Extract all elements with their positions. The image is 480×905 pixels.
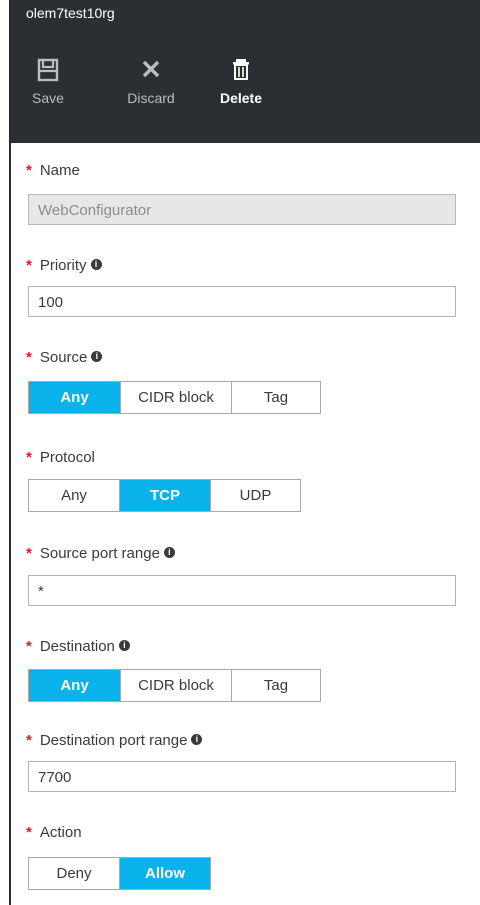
blade-title: olem7test10rg [26, 5, 115, 21]
action-option-allow[interactable]: Allow [120, 858, 210, 889]
required-marker: * [26, 732, 32, 749]
delete-button[interactable]: Delete [206, 58, 276, 106]
info-icon[interactable]: i [191, 733, 203, 745]
blade-header: olem7test10rg Save Discard Delete [11, 0, 480, 143]
name-field[interactable]: WebConfigurator [28, 194, 456, 225]
close-icon [116, 58, 186, 84]
required-marker: * [26, 638, 32, 655]
source-port-range-label: * Source port range i [26, 545, 175, 562]
required-marker: * [26, 449, 32, 466]
destination-port-range-label: * Destination port range i [26, 732, 203, 749]
source-port-range-field[interactable]: * [28, 575, 456, 606]
priority-field[interactable]: 100 [28, 286, 456, 317]
required-marker: * [26, 349, 32, 366]
discard-button[interactable]: Discard [116, 58, 186, 106]
action-option-deny[interactable]: Deny [29, 858, 120, 889]
required-marker: * [26, 824, 32, 841]
trash-icon [206, 58, 276, 84]
protocol-label: * Protocol [26, 449, 95, 466]
destination-label: * Destination i [26, 638, 130, 655]
protocol-option-tcp[interactable]: TCP [120, 480, 211, 511]
save-icon [13, 58, 83, 84]
delete-label: Delete [219, 90, 263, 106]
info-icon[interactable]: i [91, 350, 103, 362]
destination-option-cidr-block[interactable]: CIDR block [121, 670, 232, 701]
required-marker: * [26, 545, 32, 562]
action-selector: Deny Allow [28, 857, 211, 890]
save-label: Save [32, 90, 64, 106]
save-button[interactable]: Save [13, 58, 83, 106]
info-icon[interactable]: i [118, 639, 130, 651]
info-icon[interactable]: i [90, 258, 102, 270]
destination-option-tag[interactable]: Tag [232, 670, 320, 701]
action-label: * Action [26, 824, 82, 841]
discard-label: Discard [127, 90, 175, 106]
required-marker: * [26, 257, 32, 274]
destination-port-range-field[interactable]: 7700 [28, 761, 456, 792]
protocol-option-any[interactable]: Any [29, 480, 120, 511]
security-rule-blade: olem7test10rg Save Discard Delete * Name… [11, 0, 480, 905]
source-option-any[interactable]: Any [29, 382, 121, 413]
destination-selector: Any CIDR block Tag [28, 669, 321, 702]
info-icon[interactable]: i [163, 546, 175, 558]
source-option-tag[interactable]: Tag [232, 382, 320, 413]
source-option-cidr-block[interactable]: CIDR block [121, 382, 232, 413]
protocol-option-udp[interactable]: UDP [211, 480, 300, 511]
source-label: * Source i [26, 349, 103, 366]
required-marker: * [26, 162, 32, 179]
protocol-selector: Any TCP UDP [28, 479, 301, 512]
source-selector: Any CIDR block Tag [28, 381, 321, 414]
name-label: * Name [26, 162, 80, 179]
destination-option-any[interactable]: Any [29, 670, 121, 701]
priority-label: * Priority i [26, 257, 102, 274]
